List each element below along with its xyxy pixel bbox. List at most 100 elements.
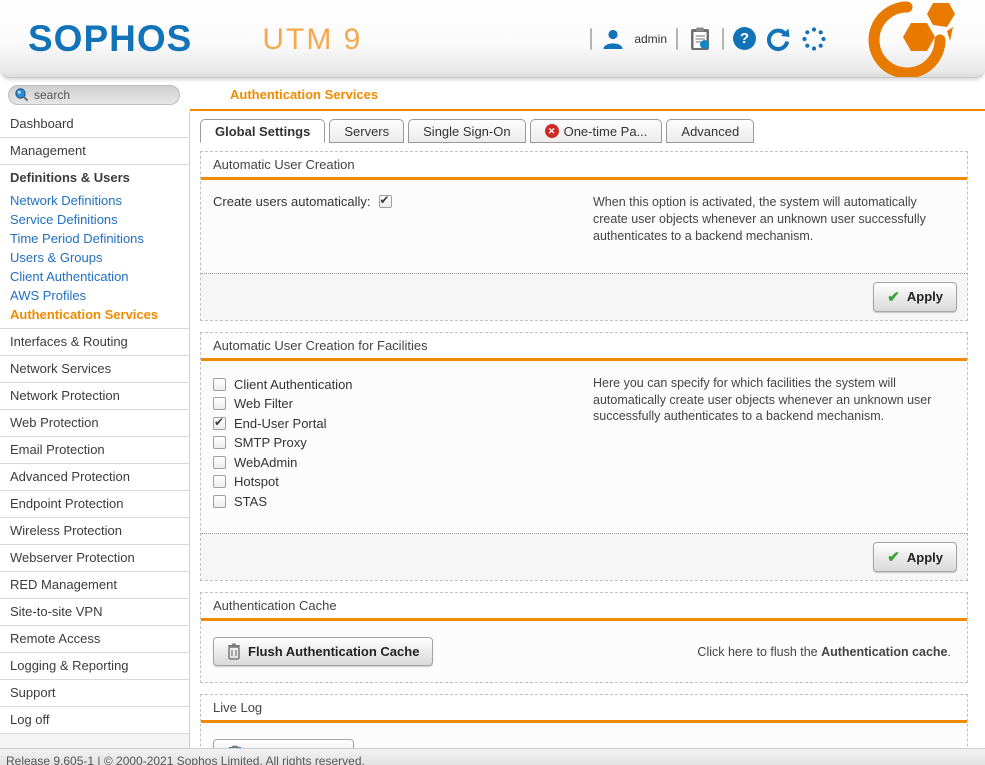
breadcrumb-rule (190, 109, 985, 111)
section-automatic-user-creation: Automatic User Creation Create users aut… (200, 151, 968, 321)
sidebar-section-definitions-users[interactable]: Definitions & Users (0, 165, 189, 191)
tab-advanced[interactable]: Advanced (666, 119, 754, 143)
tab-one-time-password[interactable]: ✕ One-time Pa... (530, 119, 663, 143)
sidebar-item-remote-access[interactable]: Remote Access (0, 626, 189, 653)
section-help-text: Here you can specify for which facilitie… (593, 375, 955, 512)
sidebar-item-client-authentication[interactable]: Client Authentication (0, 267, 189, 286)
tab-global-settings[interactable]: Global Settings (200, 119, 325, 143)
sidebar-item-log-off[interactable]: Log off (0, 707, 189, 734)
search-area: search (0, 85, 190, 105)
logged-in-user: admin (634, 32, 667, 46)
sidebar-item-support[interactable]: Support (0, 680, 189, 707)
separator (722, 28, 724, 50)
section-title: Authentication Cache (201, 593, 967, 621)
facility-smtp-proxy-checkbox[interactable] (213, 436, 226, 449)
facility-client-authentication-checkbox[interactable] (213, 378, 226, 391)
disabled-status-icon: ✕ (545, 124, 559, 138)
sidebar-item-webserver-protection[interactable]: Webserver Protection (0, 545, 189, 572)
facility-label: End-User Portal (234, 416, 326, 431)
sidebar-item-service-definitions[interactable]: Service Definitions (0, 210, 189, 229)
sidebar-item-authentication-services[interactable]: Authentication Services (0, 305, 189, 324)
refresh-icon[interactable] (765, 26, 791, 52)
tab-label: Single Sign-On (423, 124, 510, 139)
topbar: search Authentication Services (0, 78, 985, 111)
sidebar-item-endpoint-protection[interactable]: Endpoint Protection (0, 491, 189, 518)
loading-spinner-icon (800, 25, 828, 53)
sidebar-item-web-protection[interactable]: Web Protection (0, 410, 189, 437)
page: SOPHOS UTM 9 admin (0, 0, 985, 765)
sidebar-item-aws-profiles[interactable]: AWS Profiles (0, 286, 189, 305)
sidebar-item-dashboard[interactable]: Dashboard (0, 111, 189, 138)
product-name: UTM 9 (262, 23, 362, 57)
facility-label: WebAdmin (234, 455, 297, 470)
facility-webadmin-checkbox[interactable] (213, 456, 226, 469)
sidebar-item-advanced-protection[interactable]: Advanced Protection (0, 464, 189, 491)
apply-check-icon: ✔ (887, 548, 900, 566)
sidebar-item-management[interactable]: Management (0, 138, 189, 165)
notes-clipboard-icon[interactable] (687, 26, 713, 52)
sidebar-item-network-definitions[interactable]: Network Definitions (0, 191, 189, 210)
apply-check-icon: ✔ (887, 288, 900, 306)
user-icon (601, 27, 625, 51)
facility-hotspot-checkbox[interactable] (213, 475, 226, 488)
section-facilities: Automatic User Creation for Facilities C… (200, 332, 968, 582)
tab-label: Advanced (681, 124, 739, 139)
sidebar-item-network-services[interactable]: Network Services (0, 356, 189, 383)
cache-help-text: Click here to flush the Authentication c… (697, 645, 955, 659)
help-prefix: Click here to flush the (697, 645, 821, 659)
search-icon (14, 87, 29, 102)
help-bold: Authentication cache (821, 645, 947, 659)
header-toolbar: admin ? (590, 1, 971, 77)
flush-authentication-cache-button[interactable]: Flush Authentication Cache (213, 637, 433, 666)
facility-web-filter-checkbox[interactable] (213, 397, 226, 410)
create-users-label: Create users automatically: (213, 194, 371, 209)
sidebar-nav: Dashboard Management Definitions & Users… (0, 111, 190, 748)
trash-icon (227, 643, 241, 660)
facility-stas-checkbox[interactable] (213, 495, 226, 508)
sophos-logo: SOPHOS (28, 18, 192, 60)
apply-label: Apply (907, 289, 943, 304)
section-title: Automatic User Creation for Facilities (201, 333, 967, 361)
facility-label: Client Authentication (234, 377, 353, 392)
sidebar-item-network-protection[interactable]: Network Protection (0, 383, 189, 410)
sidebar-item-interfaces-routing[interactable]: Interfaces & Routing (0, 329, 189, 356)
footer-text: Release 9.605-1 | © 2000-2021 Sophos Lim… (0, 754, 985, 765)
app-header: SOPHOS UTM 9 admin (0, 0, 985, 78)
breadcrumb: Authentication Services (190, 87, 378, 102)
tab-label: Servers (344, 124, 389, 139)
apply-button[interactable]: ✔ Apply (873, 282, 957, 312)
sidebar-subgroup: Network Definitions Service Definitions … (0, 191, 189, 329)
section-authentication-cache: Authentication Cache Flush Authenticatio… (200, 592, 968, 683)
section-title: Live Log (201, 695, 967, 723)
help-icon[interactable]: ? (733, 27, 756, 50)
content-area: Global Settings Servers Single Sign-On ✕… (190, 111, 985, 748)
sidebar-item-wireless-protection[interactable]: Wireless Protection (0, 518, 189, 545)
search-placeholder: search (34, 88, 70, 102)
apply-label: Apply (907, 550, 943, 565)
facility-end-user-portal-checkbox[interactable] (213, 417, 226, 430)
utm-shield-logo-icon (843, 1, 971, 77)
button-label: Flush Authentication Cache (248, 644, 419, 659)
sidebar-item-logging-reporting[interactable]: Logging & Reporting (0, 653, 189, 680)
facility-label: SMTP Proxy (234, 435, 307, 450)
tab-servers[interactable]: Servers (329, 119, 404, 143)
sidebar-item-users-groups[interactable]: Users & Groups (0, 248, 189, 267)
main-layout: Dashboard Management Definitions & Users… (0, 111, 985, 748)
sidebar-item-email-protection[interactable]: Email Protection (0, 437, 189, 464)
search-input[interactable]: search (8, 85, 180, 105)
sidebar-item-site-to-site-vpn[interactable]: Site-to-site VPN (0, 599, 189, 626)
tab-label: One-time Pa... (564, 124, 648, 139)
tab-single-sign-on[interactable]: Single Sign-On (408, 119, 525, 143)
apply-button[interactable]: ✔ Apply (873, 542, 957, 572)
facility-label: Hotspot (234, 474, 279, 489)
separator (676, 28, 678, 50)
help-suffix: . (948, 645, 951, 659)
section-title: Automatic User Creation (201, 152, 967, 180)
facility-label: Web Filter (234, 396, 293, 411)
tab-label: Global Settings (215, 124, 310, 139)
sidebar-item-time-period-definitions[interactable]: Time Period Definitions (0, 229, 189, 248)
create-users-checkbox[interactable] (379, 195, 392, 208)
facility-label: STAS (234, 494, 267, 509)
sidebar-item-red-management[interactable]: RED Management (0, 572, 189, 599)
section-help-text: When this option is activated, the syste… (593, 194, 955, 245)
